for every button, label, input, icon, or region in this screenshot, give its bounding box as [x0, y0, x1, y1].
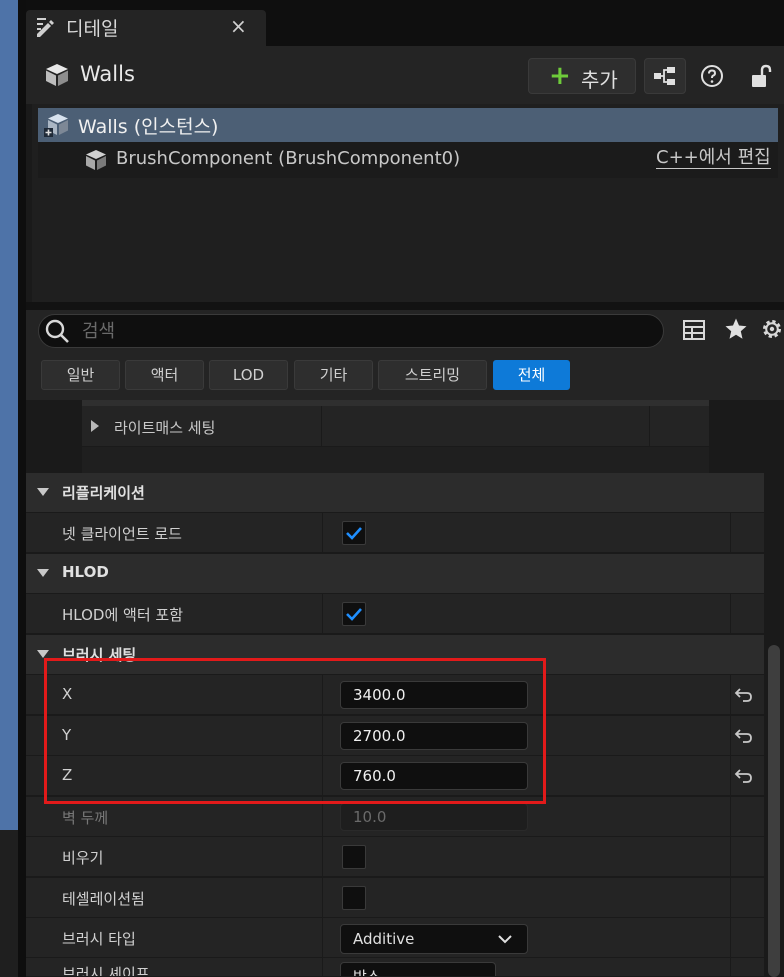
row-brush-shape: 브러시 셰이프 박스	[26, 958, 764, 977]
search-icon	[45, 319, 69, 343]
hollow-checkbox[interactable]	[342, 845, 366, 869]
column-divider	[322, 878, 323, 917]
column-divider	[730, 594, 731, 633]
tab-lod[interactable]: LOD	[209, 360, 288, 390]
nested-group-bottom	[82, 447, 709, 473]
row-hollow: 비우기	[26, 837, 764, 877]
tab-misc[interactable]: 기타	[294, 360, 373, 390]
collapse-arrow-icon	[37, 650, 49, 658]
row-include-actor-in-hlod: HLOD에 액터 포함	[26, 594, 764, 634]
actor-name: Walls	[80, 62, 135, 86]
column-divider	[322, 594, 323, 633]
property-label: 벽 두께	[62, 809, 109, 827]
brush-shape-select[interactable]: 박스	[340, 962, 496, 977]
tab-streaming[interactable]: 스트리밍	[378, 360, 487, 390]
column-divider	[730, 837, 731, 876]
close-icon[interactable]: ×	[230, 14, 247, 38]
brush-type-select[interactable]: Additive	[340, 924, 528, 954]
property-label: 브러시 타입	[62, 930, 136, 948]
background-window-edge-lower	[0, 830, 18, 977]
category-title: 리플리케이션	[62, 484, 145, 502]
section-separator	[26, 302, 784, 310]
column-divider	[649, 406, 650, 446]
background-window-edge	[0, 0, 18, 830]
property-label: HLOD에 액터 포함	[62, 606, 183, 624]
reset-arrow-icon[interactable]	[734, 726, 754, 746]
add-component-button[interactable]: + 추가	[528, 58, 636, 94]
brush-component-icon	[86, 150, 106, 170]
column-divider	[322, 958, 323, 976]
row-net-load-on-client: 넷 클라이언트 로드	[26, 513, 764, 553]
gear-icon[interactable]	[760, 317, 784, 341]
tab-title: 디테일	[66, 18, 119, 40]
tab-general[interactable]: 일반	[41, 360, 120, 390]
column-divider	[730, 675, 731, 714]
row-tessellated: 테셀레이션됨	[26, 878, 764, 918]
annotation-highlight-box	[44, 658, 546, 804]
help-icon[interactable]	[700, 64, 724, 88]
actor-cube-icon	[46, 64, 68, 86]
column-divider	[322, 513, 323, 552]
indent-gutter	[32, 400, 82, 473]
column-divider	[730, 878, 731, 917]
panel-splitter[interactable]	[18, 0, 26, 977]
include-in-hlod-checkbox[interactable]	[342, 602, 366, 626]
category-replication[interactable]: 리플리케이션	[26, 473, 764, 513]
lightmass-label: 라이트매스 세팅	[114, 419, 216, 437]
checkbox-check-icon	[346, 527, 362, 540]
tree-child-label: BrushComponent (BrushComponent0)	[116, 148, 461, 169]
property-label: 비우기	[62, 849, 104, 867]
blueprint-icon	[654, 67, 675, 85]
reset-arrow-icon[interactable]	[734, 766, 754, 786]
tessellated-checkbox[interactable]	[342, 886, 366, 910]
tab-actor[interactable]: 액터	[125, 360, 204, 390]
column-divider	[730, 756, 731, 795]
net-load-checkbox[interactable]	[342, 521, 366, 545]
chevron-down-icon	[498, 935, 512, 944]
search-input[interactable]	[80, 317, 644, 345]
column-divider	[730, 513, 731, 552]
plus-icon: +	[549, 61, 571, 91]
row-brush-type: 브러시 타입 Additive	[26, 918, 764, 958]
wall-thickness-input: 10.0	[340, 803, 528, 831]
row-lightmass-settings[interactable]: 라이트매스 세팅	[82, 406, 709, 447]
column-divider	[730, 958, 731, 976]
reset-arrow-icon[interactable]	[734, 685, 754, 705]
brush-shape-value: 박스	[353, 968, 381, 977]
property-label: 넷 클라이언트 로드	[62, 525, 182, 543]
column-divider	[322, 918, 323, 957]
property-label: 브러시 셰이프	[62, 965, 150, 977]
details-icon	[37, 18, 54, 37]
collapse-arrow-icon	[37, 488, 49, 496]
blueprint-button[interactable]	[644, 58, 686, 94]
expand-arrow-icon	[91, 420, 99, 432]
column-divider	[730, 797, 731, 836]
star-icon[interactable]	[724, 317, 748, 341]
column-divider	[321, 406, 322, 446]
actor-instance-icon	[44, 114, 68, 137]
property-label: 테셀레이션됨	[62, 890, 145, 908]
lock-icon[interactable]	[750, 63, 774, 89]
checkbox-check-icon	[346, 608, 362, 621]
collapse-arrow-icon	[37, 569, 49, 577]
column-divider	[322, 837, 323, 876]
table-icon[interactable]	[682, 318, 706, 342]
column-divider	[730, 716, 731, 755]
category-hlod[interactable]: HLOD	[26, 554, 764, 594]
category-title: HLOD	[62, 563, 109, 581]
tab-all[interactable]: 전체	[493, 360, 570, 390]
add-component-label: 추가	[581, 68, 618, 92]
scrollbar-thumb[interactable]	[768, 645, 780, 977]
column-divider	[730, 918, 731, 957]
tree-root-label: Walls (인스턴스)	[78, 116, 219, 138]
brush-type-value: Additive	[353, 930, 415, 948]
edit-in-cpp-link[interactable]: C++에서 편집	[656, 148, 771, 169]
